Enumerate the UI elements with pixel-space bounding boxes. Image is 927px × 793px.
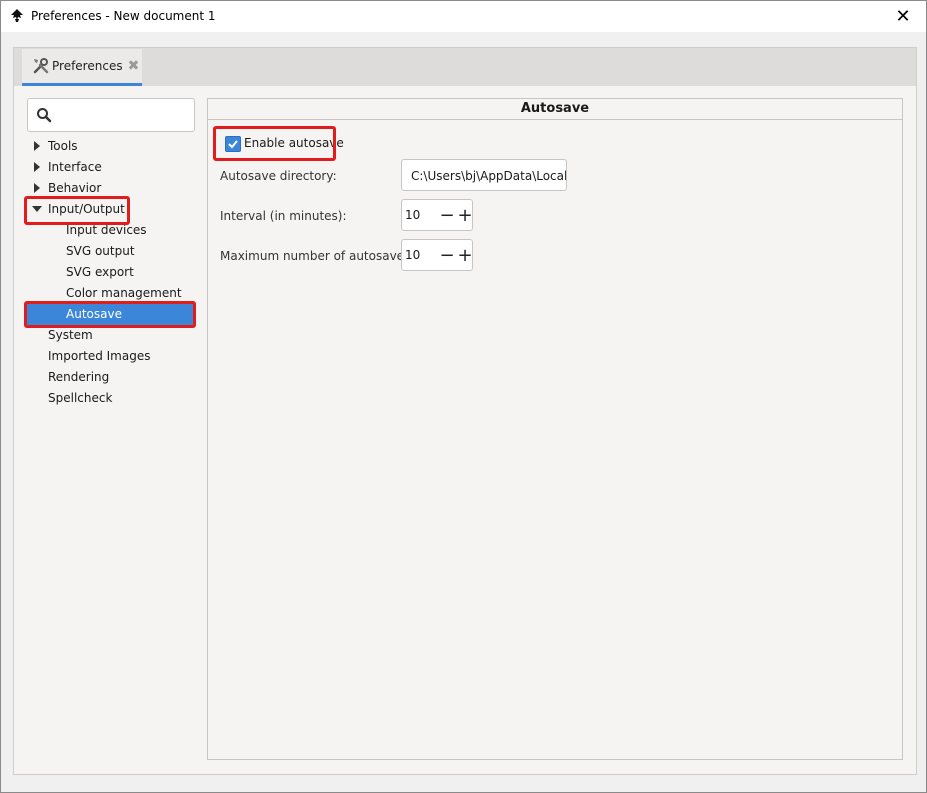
tree-item-imported-images[interactable]: Imported Images	[48, 346, 150, 367]
interval-value[interactable]: 10	[405, 200, 420, 230]
tree-item-system[interactable]: System	[48, 325, 93, 346]
max-autosaves-decrement-button[interactable]: −	[438, 240, 456, 270]
tree-item-rendering[interactable]: Rendering	[48, 367, 109, 388]
checkmark-icon	[228, 140, 238, 149]
tree-item-input-devices[interactable]: Input devices	[66, 220, 147, 241]
tree-item-svg-export[interactable]: SVG export	[66, 262, 134, 283]
autosave-directory-label: Autosave directory:	[220, 169, 337, 183]
enable-autosave-label[interactable]: Enable autosave	[244, 136, 344, 150]
interval-decrement-button[interactable]: −	[438, 200, 456, 230]
max-autosaves-label: Maximum number of autosaves:	[220, 249, 415, 263]
interval-label: Interval (in minutes):	[220, 209, 347, 223]
preferences-window: Preferences - New document 1 ✕ Preferenc…	[0, 0, 927, 793]
enable-autosave-checkbox[interactable]	[225, 136, 241, 152]
tree-item-tools[interactable]: Tools	[48, 136, 78, 157]
expander-behavior-icon[interactable]	[34, 183, 40, 193]
tree-item-spellcheck[interactable]: Spellcheck	[48, 388, 112, 409]
tree-item-input-output[interactable]: Input/Output	[48, 199, 125, 220]
search-input[interactable]	[27, 98, 195, 132]
autosave-directory-field[interactable]: C:\Users\bj\AppData\Local\Inkscape	[401, 159, 567, 191]
tree-item-autosave[interactable]: Autosave	[27, 304, 193, 325]
tab-preferences[interactable]: Preferences ✖	[22, 49, 142, 86]
tab-label: Preferences	[52, 59, 123, 73]
expander-tools-icon[interactable]	[34, 141, 40, 151]
max-autosaves-value[interactable]: 10	[405, 240, 420, 270]
tab-close-icon[interactable]: ✖	[128, 58, 140, 74]
interval-increment-button[interactable]: +	[456, 200, 474, 230]
expander-input-output-icon[interactable]	[32, 206, 42, 212]
preferences-panel: Tools Interface Behavior Input/Output In…	[13, 86, 917, 775]
autosave-page: Autosave Enable autosave Autosave direct…	[207, 98, 903, 760]
search-icon	[37, 108, 52, 123]
tree-item-svg-output[interactable]: SVG output	[66, 241, 135, 262]
tree-item-interface[interactable]: Interface	[48, 157, 102, 178]
tools-icon	[33, 58, 49, 74]
tree-item-color-management[interactable]: Color management	[66, 283, 182, 304]
window-close-button[interactable]: ✕	[880, 1, 926, 32]
inkscape-icon	[11, 9, 23, 22]
interval-spinbutton[interactable]: 10 − +	[401, 199, 473, 231]
expander-interface-icon[interactable]	[34, 162, 40, 172]
tab-bar: Preferences ✖	[13, 47, 917, 87]
dialog-client-area: Preferences ✖ Tools Interface Behavior I…	[1, 32, 926, 792]
max-autosaves-increment-button[interactable]: +	[456, 240, 474, 270]
window-title: Preferences - New document 1	[31, 9, 216, 23]
page-title: Autosave	[208, 99, 902, 120]
max-autosaves-spinbutton[interactable]: 10 − +	[401, 239, 473, 271]
tree-item-behavior[interactable]: Behavior	[48, 178, 101, 199]
title-bar: Preferences - New document 1 ✕	[1, 1, 926, 32]
